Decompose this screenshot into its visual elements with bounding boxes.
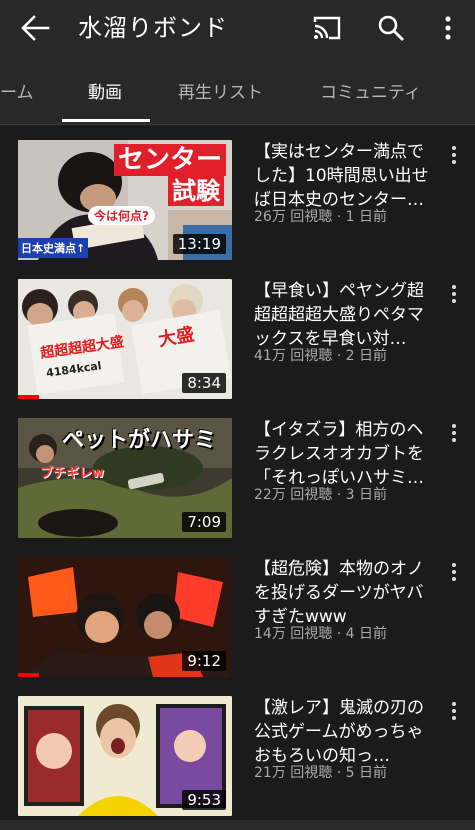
channel-tabs: ーム 動画 再生リスト コミュニティ xyxy=(0,56,475,125)
bottom-navigation xyxy=(0,820,475,830)
thumb-caption: 試験 xyxy=(168,176,224,206)
video-meta: 22万 回視聴 · 3 日前 xyxy=(254,487,387,503)
video-more-icon[interactable] xyxy=(446,700,462,722)
tab-playlists[interactable]: 再生リスト xyxy=(178,78,263,103)
video-thumbnail[interactable]: センター 試験 今は何点? 日本史満点↑ 13:19 xyxy=(18,140,232,260)
channel-title: 水溜りボンド xyxy=(78,14,228,42)
video-more-icon[interactable] xyxy=(446,422,462,444)
video-duration: 7:09 xyxy=(182,512,226,532)
app-bar: 水溜りボンド xyxy=(0,0,475,56)
video-more-icon[interactable] xyxy=(446,283,462,305)
video-meta: 26万 回視聴 · 1 日前 xyxy=(254,209,387,225)
video-item[interactable]: 9:12 【超危険】本物のオノを投げるダーツがヤバすぎたwww 14万 回視聴 … xyxy=(0,557,475,687)
arrow-left-icon[interactable] xyxy=(20,14,50,42)
video-thumbnail[interactable]: 9:53 xyxy=(18,696,232,816)
video-duration: 9:53 xyxy=(182,790,226,810)
video-title[interactable]: 【激レア】鬼滅の刃の公式ゲームがめっちゃおもろいの知っ… xyxy=(254,696,440,768)
thumb-tag: 日本史満点↑ xyxy=(18,238,89,258)
video-item[interactable]: 超超超超大盛 4184kcal 大盛 8:34 【早食い】ペヤング超超超超超大盛… xyxy=(0,279,475,409)
video-title[interactable]: 【イタズラ】相方のヘラクレスオオカブトを「それっぽいハサミ… xyxy=(254,418,440,490)
video-meta: 21万 回視聴 · 5 日前 xyxy=(254,765,387,781)
search-icon[interactable] xyxy=(377,14,405,42)
video-title[interactable]: 【早食い】ペヤング超超超超超大盛りペタマックスを早食い対… xyxy=(254,279,440,351)
video-title[interactable]: 【実はセンター満点でした】10時間思い出せば日本史のセンター… xyxy=(254,140,440,212)
watch-progress xyxy=(18,673,39,677)
video-item[interactable]: 9:53 【激レア】鬼滅の刃の公式ゲームがめっちゃおもろいの知っ… 21万 回視… xyxy=(0,696,475,826)
active-tab-indicator xyxy=(62,119,150,122)
tab-community[interactable]: コミュニティ xyxy=(320,78,421,103)
video-duration: 13:19 xyxy=(172,234,226,254)
video-thumbnail[interactable]: 9:12 xyxy=(18,557,232,677)
video-meta: 14万 回視聴 · 4 日前 xyxy=(254,626,387,642)
tab-home[interactable]: ーム xyxy=(0,78,34,103)
tab-videos[interactable]: 動画 xyxy=(88,78,122,103)
cast-icon[interactable] xyxy=(312,15,342,41)
video-thumbnail[interactable]: ペットがハサミ ブチギレw 7:09 xyxy=(18,418,232,538)
video-title[interactable]: 【超危険】本物のオノを投げるダーツがヤバすぎたwww xyxy=(254,557,440,629)
video-meta: 41万 回視聴 · 2 日前 xyxy=(254,348,387,364)
thumb-caption: センター xyxy=(114,144,227,176)
thumb-tag: ブチギレw xyxy=(40,466,105,481)
video-duration: 8:34 xyxy=(182,373,226,393)
watch-progress xyxy=(18,395,39,399)
video-item[interactable]: センター 試験 今は何点? 日本史満点↑ 13:19 【実はセンター満点でした】… xyxy=(0,140,475,270)
more-vertical-icon[interactable] xyxy=(437,14,459,42)
video-item[interactable]: ペットがハサミ ブチギレw 7:09 【イタズラ】相方のヘラクレスオオカブトを「… xyxy=(0,418,475,548)
thumb-bubble: 今は何点? xyxy=(88,206,155,225)
video-duration: 9:12 xyxy=(182,651,226,671)
video-thumbnail[interactable]: 超超超超大盛 4184kcal 大盛 8:34 xyxy=(18,279,232,399)
video-more-icon[interactable] xyxy=(446,144,462,166)
video-more-icon[interactable] xyxy=(446,561,462,583)
thumb-caption: ペットがハサミ xyxy=(62,428,217,453)
